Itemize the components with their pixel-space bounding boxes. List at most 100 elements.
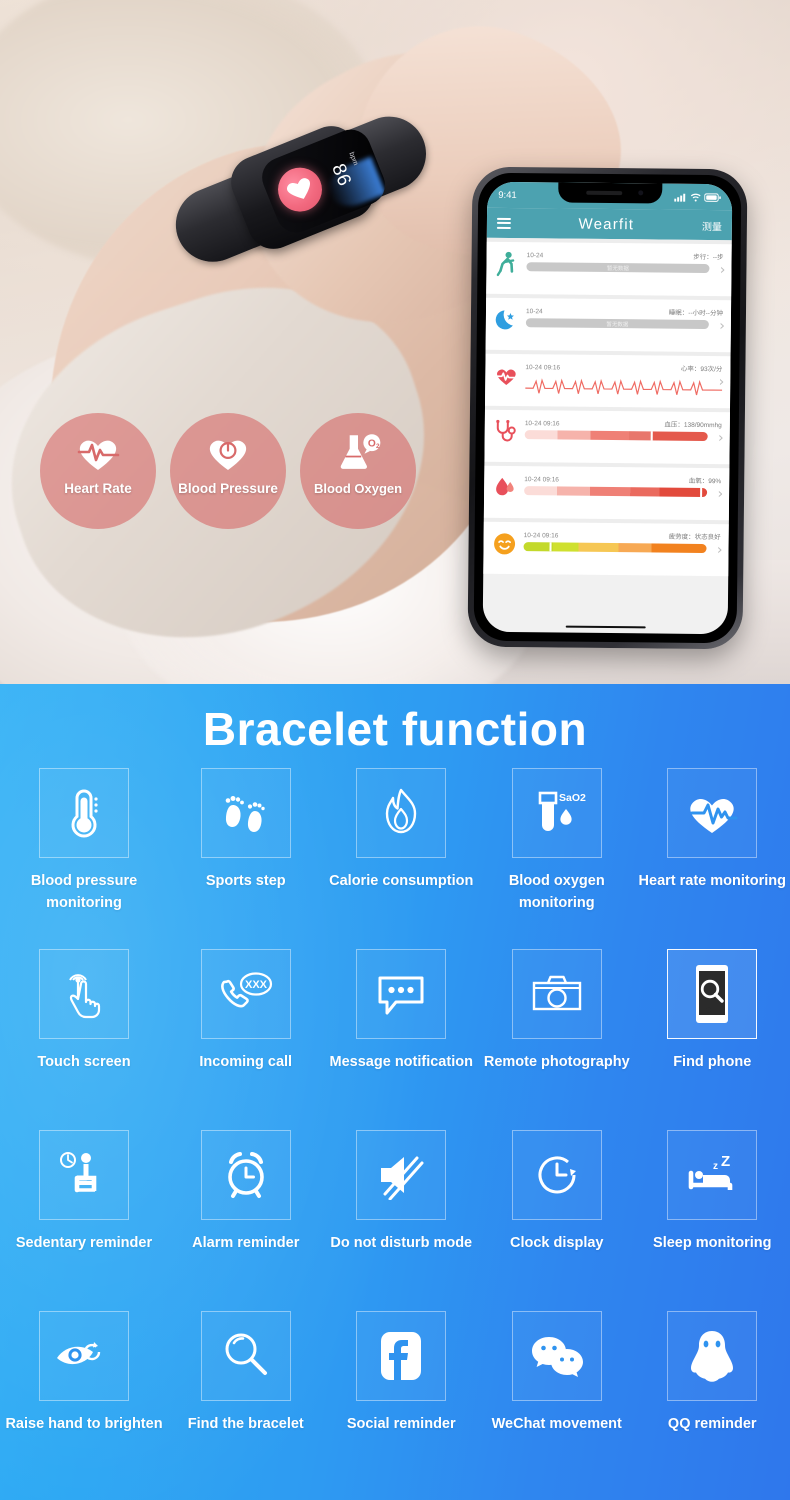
function-item-social-reminder[interactable]: Social reminder (324, 1311, 480, 1435)
list-item[interactable]: 10-24 09:16 心率：93次/分 › (485, 353, 731, 409)
function-item-raise-hand-to-brighten[interactable]: Raise hand to brighten (0, 1311, 168, 1435)
sitting-person-clock-icon (60, 1152, 97, 1193)
home-indicator[interactable] (565, 625, 646, 629)
function-item-sports-step[interactable]: Sports step (168, 768, 324, 892)
badge-label: Heart Rate (64, 481, 132, 496)
heart-pulse-icon (690, 798, 738, 833)
feature-badges: Heart Rate Blood Pressure O 2 Blood Oxyg… (40, 405, 460, 537)
function-label: Do not disturb mode (330, 1235, 473, 1251)
walking-person-icon (494, 249, 520, 279)
product-page: 86 bpm Heart Rate Blood Pressure O 2 Blo… (0, 0, 790, 1500)
mute-speaker-icon (381, 1156, 424, 1200)
function-tile[interactable] (667, 949, 758, 1039)
function-item-calorie-consumption[interactable]: Calorie consumption (324, 768, 480, 892)
function-item-clock-display[interactable]: Clock display (479, 1130, 635, 1254)
function-label: Message notification (329, 1054, 473, 1070)
record-metric: 血压：138/90mmhg (664, 421, 722, 430)
function-label: Remote photography (483, 1054, 630, 1070)
front-camera (637, 190, 643, 196)
function-tile[interactable] (511, 949, 602, 1039)
function-tile[interactable] (356, 1130, 447, 1220)
list-item-body: 10-24 09:16 血压：138/90mmhg (524, 417, 722, 442)
svg-text:2: 2 (376, 443, 380, 450)
function-tile[interactable]: SaO2 (511, 768, 602, 858)
badge-blood-pressure: Blood Pressure (170, 413, 286, 529)
function-label: Social reminder (346, 1416, 456, 1432)
function-item-do-not-disturb-mode[interactable]: Do not disturb mode (324, 1130, 480, 1254)
section-title: Bracelet function (202, 703, 588, 755)
wifi-icon (690, 193, 701, 202)
smartphone: 9:41 Wearfit 测量 10-24 步行：--步 暂无数据 › 10-2… (467, 166, 748, 650)
function-tile[interactable] (511, 1130, 602, 1220)
function-item-incoming-call[interactable]: XXX Incoming call (168, 949, 324, 1073)
list-item[interactable]: 10-24 09:16 血压：138/90mmhg › (484, 409, 730, 465)
chevron-right-icon[interactable]: › (720, 262, 726, 278)
function-item-heart-rate-monitoring[interactable]: Heart rate monitoring (635, 768, 790, 892)
record-metric: 心率：93次/分 (680, 365, 723, 374)
call-badge-text: XXX (245, 979, 268, 991)
function-item-message-notification[interactable]: Message notification (324, 949, 480, 1073)
list-item[interactable]: 10-24 09:16 血氧：99% › (483, 465, 730, 521)
function-item-blood-pressure-monitoring[interactable]: Blood pressure monitoring (0, 768, 168, 915)
chevron-right-icon[interactable]: › (717, 486, 723, 502)
function-label: Clock display (510, 1235, 604, 1251)
hamburger-menu-icon[interactable] (496, 217, 511, 229)
chevron-right-icon[interactable]: › (719, 374, 725, 390)
app-bar: Wearfit 测量 (486, 207, 733, 241)
list-item-body: 10-24 睡眠：--小时--分钟 暂无数据 (525, 305, 723, 330)
function-item-alarm-reminder[interactable]: Alarm reminder (168, 1130, 324, 1254)
heart-gauge-icon (209, 440, 247, 470)
chevron-right-icon[interactable]: › (717, 542, 723, 558)
function-item-sedentary-reminder[interactable]: Sedentary reminder (0, 1130, 168, 1254)
function-tile[interactable] (200, 768, 291, 858)
function-tile[interactable] (200, 1130, 291, 1220)
camera-icon (532, 975, 581, 1011)
function-tile[interactable] (39, 1130, 129, 1220)
list-item[interactable]: 10-24 09:16 疲劳度：状态良好 › (483, 521, 729, 577)
function-item-sleep-monitoring[interactable]: Z z Sleep monitoring (635, 1130, 790, 1254)
function-tile[interactable] (511, 1311, 602, 1401)
function-label: Find the bracelet (187, 1416, 304, 1432)
function-item-find-phone[interactable]: Find phone (635, 949, 790, 1073)
function-tile[interactable]: Z z (667, 1130, 758, 1220)
function-item-remote-photography[interactable]: Remote photography (479, 949, 635, 1073)
function-tile[interactable] (356, 949, 447, 1039)
record-bar (524, 486, 708, 498)
function-item-find-the-bracelet[interactable]: Find the bracelet (168, 1311, 324, 1435)
function-item-wechat-movement[interactable]: WeChat movement (479, 1311, 635, 1435)
function-label: Blood oxygen monitoring (508, 873, 605, 912)
record-bar-text: 暂无数据 (606, 321, 629, 328)
list-item[interactable]: 10-24 睡眠：--小时--分钟 暂无数据 › (485, 297, 732, 353)
measure-button[interactable]: 测量 (702, 217, 722, 232)
bracelet-function-section: Bracelet function Blood pressure monitor… (0, 684, 790, 1500)
status-time: 9:41 (498, 189, 517, 201)
clock-arrow-icon (538, 1156, 576, 1194)
earpiece-speaker (585, 190, 622, 195)
function-tile[interactable] (356, 1311, 447, 1401)
record-metric: 步行：--步 (693, 253, 724, 262)
function-tile[interactable]: XXX (200, 949, 291, 1039)
function-tile[interactable] (39, 949, 129, 1039)
stethoscope-icon (493, 417, 519, 447)
list-item[interactable]: 10-24 步行：--步 暂无数据 › (486, 241, 732, 297)
function-label: Incoming call (199, 1054, 293, 1070)
function-item-touch-screen[interactable]: Touch screen (0, 949, 168, 1073)
function-tile[interactable] (356, 768, 447, 858)
list-item-body: 10-24 09:16 疲劳度：状态良好 (523, 529, 721, 554)
function-tile[interactable] (39, 1311, 129, 1401)
function-tile[interactable] (667, 768, 758, 858)
function-tile[interactable] (39, 768, 129, 858)
function-item-qq-reminder[interactable]: QQ reminder (635, 1311, 790, 1435)
cellular-bars-icon (674, 193, 686, 202)
function-tile[interactable] (667, 1311, 758, 1401)
function-item-blood-oxygen-monitoring[interactable]: SaO2 Blood oxygen monitoring (479, 768, 635, 915)
function-tile[interactable] (200, 1311, 291, 1401)
chevron-right-icon[interactable]: › (718, 430, 724, 446)
record-date: 10-24 (525, 308, 543, 316)
flame-icon (386, 788, 417, 834)
phone-notch (557, 182, 662, 204)
function-label: QQ reminder (667, 1416, 757, 1432)
badge-label: Blood Oxygen (313, 481, 403, 496)
record-date: 10-24 09:16 (524, 420, 560, 428)
chevron-right-icon[interactable]: › (719, 318, 725, 334)
